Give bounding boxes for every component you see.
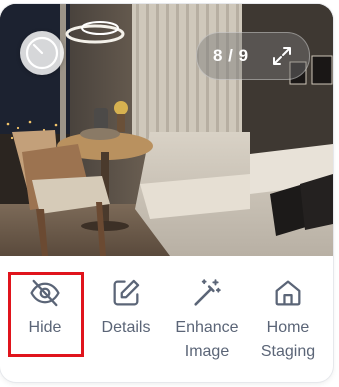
- enhance-label-line1: Enhance: [175, 319, 239, 336]
- room-photo[interactable]: 8 / 9: [0, 4, 333, 256]
- photo-card: 8 / 9 Hide Details Enhance Image Home St…: [0, 4, 333, 382]
- staging-label-line1: Home: [266, 319, 310, 336]
- eye-off-icon: [30, 279, 60, 307]
- home-staging-button[interactable]: Home Staging: [251, 276, 325, 364]
- hide-label: Hide: [28, 319, 62, 336]
- clock-icon: [25, 36, 59, 70]
- details-label: Details: [101, 319, 151, 336]
- enhance-label-line2: Image: [184, 343, 230, 360]
- expand-icon[interactable]: [271, 45, 293, 67]
- pencil-square-icon: [113, 279, 140, 306]
- photo-actions-bar: Hide Details Enhance Image Home Staging: [0, 260, 333, 382]
- details-button[interactable]: Details: [89, 276, 163, 340]
- hide-button[interactable]: Hide: [8, 276, 82, 340]
- home-staging-label: Home Staging: [261, 316, 315, 364]
- timer-badge[interactable]: [20, 31, 64, 75]
- magic-wand-icon: [194, 279, 221, 306]
- image-counter: 8 / 9: [213, 46, 249, 65]
- image-counter-pill[interactable]: 8 / 9: [196, 32, 310, 80]
- staging-label-line2: Staging: [260, 343, 316, 360]
- home-icon: [275, 280, 301, 306]
- enhance-image-label: Enhance Image: [175, 316, 238, 364]
- enhance-image-button[interactable]: Enhance Image: [170, 276, 244, 364]
